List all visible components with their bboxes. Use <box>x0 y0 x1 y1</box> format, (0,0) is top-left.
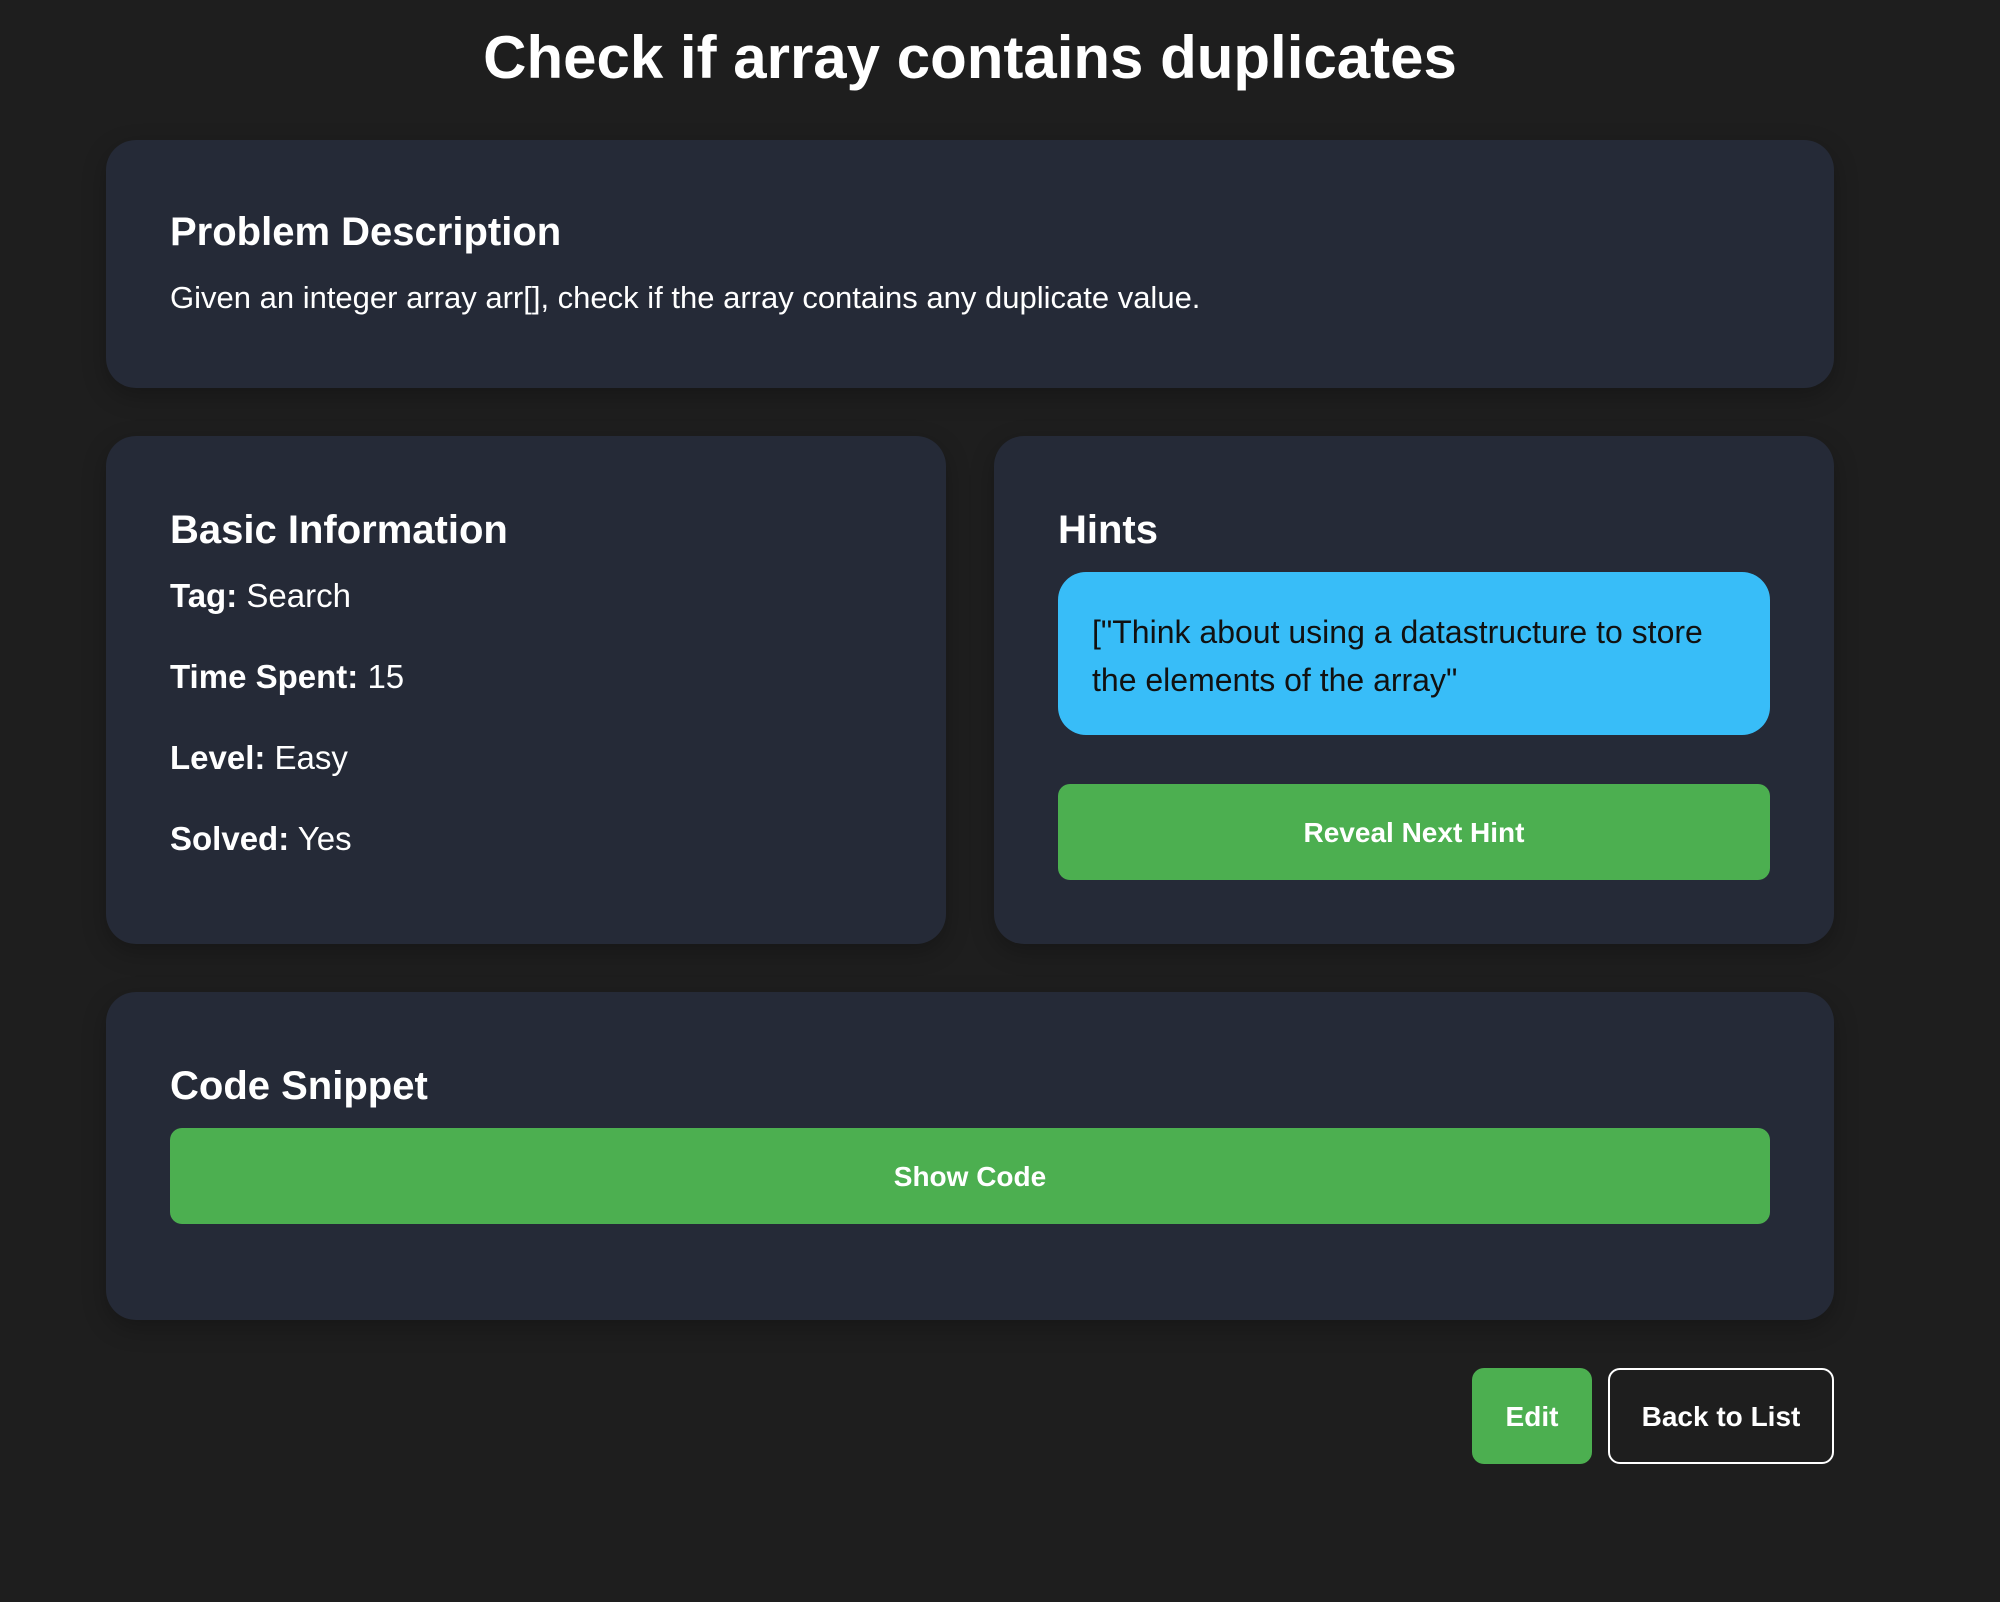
time-spent-value: 15 <box>367 658 405 695</box>
basic-information-card: Basic Information Tag: Search Time Spent… <box>106 436 946 944</box>
problem-description-text: Given an integer array arr[], check if t… <box>170 280 1201 315</box>
level-row: Level: Easy <box>170 738 348 778</box>
back-to-list-button[interactable]: Back to List <box>1608 1368 1834 1464</box>
time-spent-label: Time Spent: <box>170 658 359 695</box>
problem-detail-page: Check if array contains duplicates Probl… <box>0 0 2000 1602</box>
solved-label: Solved: <box>170 820 290 857</box>
time-spent-row: Time Spent: 15 <box>170 657 404 697</box>
problem-description-card: Problem Description Given an integer arr… <box>106 140 1834 388</box>
code-snippet-heading: Code Snippet <box>170 1064 428 1108</box>
solved-row: Solved: Yes <box>170 819 352 859</box>
show-code-button[interactable]: Show Code <box>170 1128 1770 1224</box>
tag-label: Tag: <box>170 577 238 614</box>
hint-bubble: ["Think about using a datastructure to s… <box>1058 572 1770 735</box>
edit-button[interactable]: Edit <box>1472 1368 1592 1464</box>
page-title: Check if array contains duplicates <box>483 24 1457 91</box>
tag-row: Tag: Search <box>170 576 351 616</box>
level-value: Easy <box>274 739 348 776</box>
code-snippet-card: Code Snippet Show Code <box>106 992 1834 1320</box>
basic-information-heading: Basic Information <box>170 508 508 552</box>
solved-value: Yes <box>297 820 352 857</box>
hints-heading: Hints <box>1058 508 1158 552</box>
reveal-next-hint-button[interactable]: Reveal Next Hint <box>1058 784 1770 880</box>
tag-value: Search <box>246 577 351 614</box>
problem-description-heading: Problem Description <box>170 210 562 254</box>
hints-card: Hints ["Think about using a datastructur… <box>994 436 1834 944</box>
level-label: Level: <box>170 739 266 776</box>
